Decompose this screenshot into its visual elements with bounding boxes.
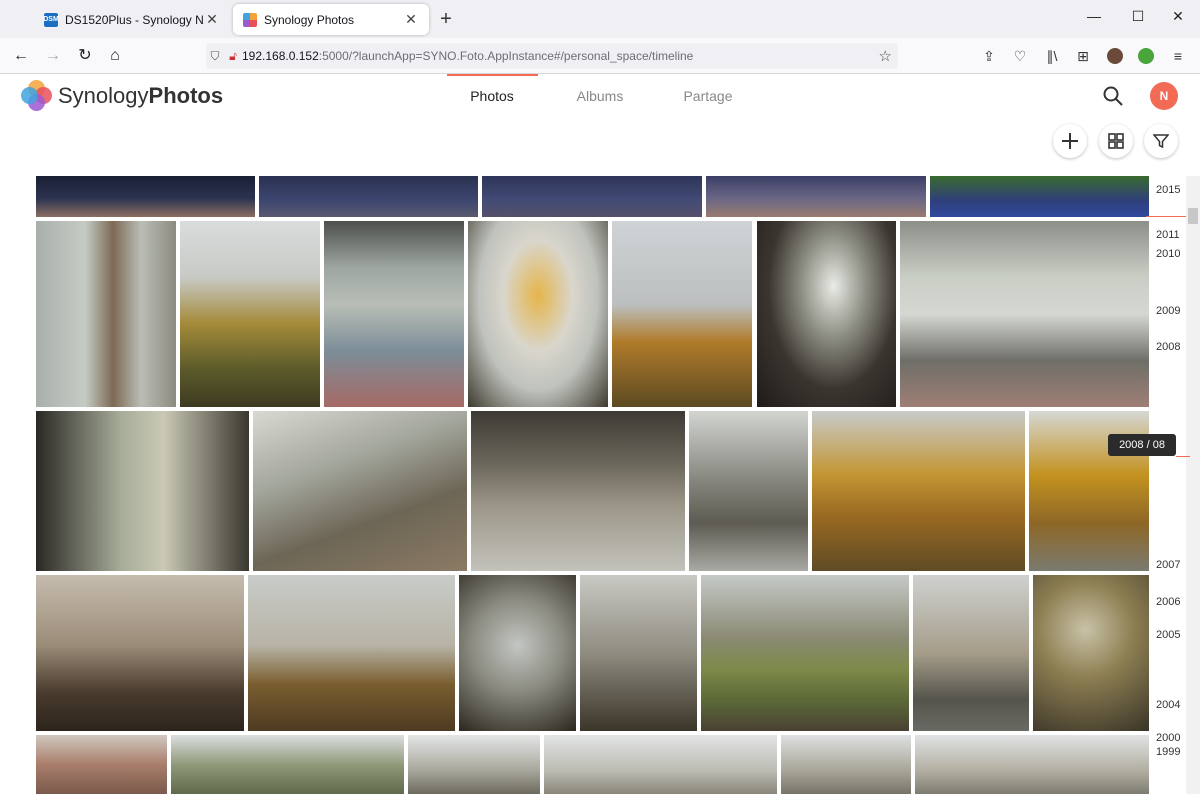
photo-thumbnail[interactable] bbox=[259, 176, 478, 217]
timeline-position-marker bbox=[1146, 216, 1186, 217]
filter-icon bbox=[1153, 134, 1169, 149]
active-tab-indicator bbox=[447, 74, 538, 76]
tab-photos[interactable]: Photos bbox=[462, 88, 522, 104]
photo-thumbnail[interactable] bbox=[482, 176, 702, 217]
photo-thumbnail[interactable] bbox=[180, 221, 320, 407]
close-tab-icon[interactable]: ✕ bbox=[204, 11, 220, 28]
tab-title: DS1520Plus - Synology NAS bbox=[65, 12, 204, 27]
photo-thumbnail[interactable] bbox=[408, 735, 540, 794]
url-bar[interactable]: ⛉ 🔓︎ 192.168.0.152:5000/?launchApp=SYNO.… bbox=[206, 43, 898, 69]
menu-icon[interactable]: ≡ bbox=[1169, 47, 1187, 65]
url-host: 192.168.0.152 bbox=[242, 49, 319, 63]
tracking-shield-icon[interactable]: ⛉ bbox=[206, 49, 224, 64]
photo-thumbnail[interactable] bbox=[612, 221, 752, 407]
url-path: :5000/?launchApp=SYNO.Foto.AppInstance#/… bbox=[318, 49, 694, 63]
timeline-year[interactable]: 2000 bbox=[1156, 732, 1180, 744]
photo-thumbnail[interactable] bbox=[36, 411, 249, 571]
photo-thumbnail[interactable] bbox=[171, 735, 404, 794]
photo-thumbnail[interactable] bbox=[580, 575, 697, 731]
timeline-year[interactable]: 2007 bbox=[1156, 559, 1180, 571]
home-icon[interactable]: ⌂ bbox=[104, 45, 126, 67]
filter-button[interactable] bbox=[1144, 124, 1178, 158]
app-header: SynologyPhotos Photos Albums Partage N bbox=[0, 74, 1200, 120]
close-window-icon[interactable]: ✕ bbox=[1168, 8, 1188, 28]
scrollbar-track[interactable] bbox=[1186, 176, 1200, 794]
pocket-icon[interactable]: ♡ bbox=[1011, 47, 1029, 65]
photo-thumbnail[interactable] bbox=[248, 575, 455, 731]
photo-thumbnail[interactable] bbox=[812, 411, 1025, 571]
add-button[interactable] bbox=[1053, 124, 1087, 158]
photo-thumbnail[interactable] bbox=[913, 575, 1029, 731]
photo-thumbnail[interactable] bbox=[757, 221, 896, 407]
photo-thumbnail[interactable] bbox=[915, 735, 1149, 794]
photo-thumbnail[interactable] bbox=[36, 221, 176, 407]
minimize-icon[interactable]: — bbox=[1084, 8, 1104, 28]
view-mode-button[interactable] bbox=[1099, 124, 1133, 158]
extensions-grid-icon[interactable]: ⊞ bbox=[1074, 47, 1092, 65]
photo-thumbnail[interactable] bbox=[471, 411, 685, 571]
back-icon[interactable]: ← bbox=[10, 45, 32, 67]
search-icon[interactable] bbox=[1102, 85, 1124, 107]
timeline-year[interactable]: 2010 bbox=[1156, 248, 1180, 260]
timeline-date-tooltip: 2008 / 08 bbox=[1108, 434, 1176, 456]
browser-tab-photos[interactable]: Synology Photos ✕ bbox=[233, 4, 429, 35]
profile-avatar-icon[interactable] bbox=[1107, 48, 1123, 64]
photo-thumbnail[interactable] bbox=[36, 575, 244, 731]
timeline-year[interactable]: 2008 bbox=[1156, 341, 1180, 353]
app-brand: SynologyPhotos bbox=[58, 83, 224, 108]
photo-thumbnail[interactable] bbox=[36, 176, 255, 217]
photo-thumbnail[interactable] bbox=[253, 411, 467, 571]
photo-thumbnail[interactable] bbox=[1033, 575, 1149, 731]
plus-icon bbox=[1062, 133, 1078, 149]
new-tab-button[interactable]: + bbox=[436, 8, 456, 30]
timeline-year[interactable]: 2004 bbox=[1156, 699, 1180, 711]
photo-thumbnail[interactable] bbox=[324, 221, 464, 407]
tab-title: Synology Photos bbox=[264, 12, 355, 27]
bookmark-star-icon[interactable]: ☆ bbox=[879, 47, 892, 65]
timeline-year[interactable]: 2011 bbox=[1156, 229, 1180, 241]
photo-thumbnail[interactable] bbox=[781, 735, 911, 794]
photo-thumbnail[interactable] bbox=[706, 176, 926, 217]
tab-partage[interactable]: Partage bbox=[676, 88, 740, 104]
timeline-year[interactable]: 2009 bbox=[1156, 305, 1180, 317]
photo-thumbnail[interactable] bbox=[468, 221, 608, 407]
close-tab-icon[interactable]: ✕ bbox=[403, 11, 419, 28]
timeline-year[interactable]: 2006 bbox=[1156, 596, 1180, 608]
tab-albums[interactable]: Albums bbox=[570, 88, 630, 104]
photos-favicon-icon bbox=[243, 12, 257, 27]
timeline-year[interactable]: 2015 bbox=[1156, 184, 1180, 196]
extension-badge-icon[interactable] bbox=[1138, 48, 1154, 64]
browser-navigation-bar: ← → ↻ ⌂ ⛉ 🔓︎ 192.168.0.152:5000/?launchA… bbox=[0, 38, 1200, 74]
timeline-hover-marker bbox=[1176, 456, 1190, 457]
photo-thumbnail[interactable] bbox=[544, 735, 777, 794]
photo-thumbnail[interactable] bbox=[930, 176, 1149, 217]
dsm-favicon-icon: DSM bbox=[43, 12, 59, 27]
save-to-pocket-icon[interactable]: ⇪ bbox=[980, 47, 998, 65]
user-avatar[interactable]: N bbox=[1150, 82, 1178, 110]
browser-tab-strip: DSM DS1520Plus - Synology NAS ✕ Synology… bbox=[0, 0, 1200, 38]
reload-icon[interactable]: ↻ bbox=[74, 45, 96, 67]
photo-thumbnail[interactable] bbox=[36, 735, 167, 794]
photo-thumbnail[interactable] bbox=[900, 221, 1149, 407]
photo-thumbnail[interactable] bbox=[689, 411, 808, 571]
scrollbar-thumb[interactable] bbox=[1188, 208, 1198, 224]
photo-thumbnail[interactable] bbox=[459, 575, 576, 731]
browser-tab-dsm[interactable]: DSM DS1520Plus - Synology NAS ✕ bbox=[34, 4, 230, 35]
insecure-lock-icon[interactable]: 🔓︎ bbox=[224, 49, 242, 64]
synology-photos-logo-icon bbox=[21, 80, 52, 111]
library-icon[interactable]: ∥\ bbox=[1043, 47, 1061, 65]
timeline-year[interactable]: 2005 bbox=[1156, 629, 1180, 641]
forward-icon[interactable]: → bbox=[42, 45, 64, 67]
maximize-icon[interactable]: ☐ bbox=[1128, 8, 1148, 28]
photo-thumbnail[interactable] bbox=[701, 575, 909, 731]
grid-icon bbox=[1108, 133, 1124, 149]
timeline-year[interactable]: 1999 bbox=[1156, 746, 1180, 758]
